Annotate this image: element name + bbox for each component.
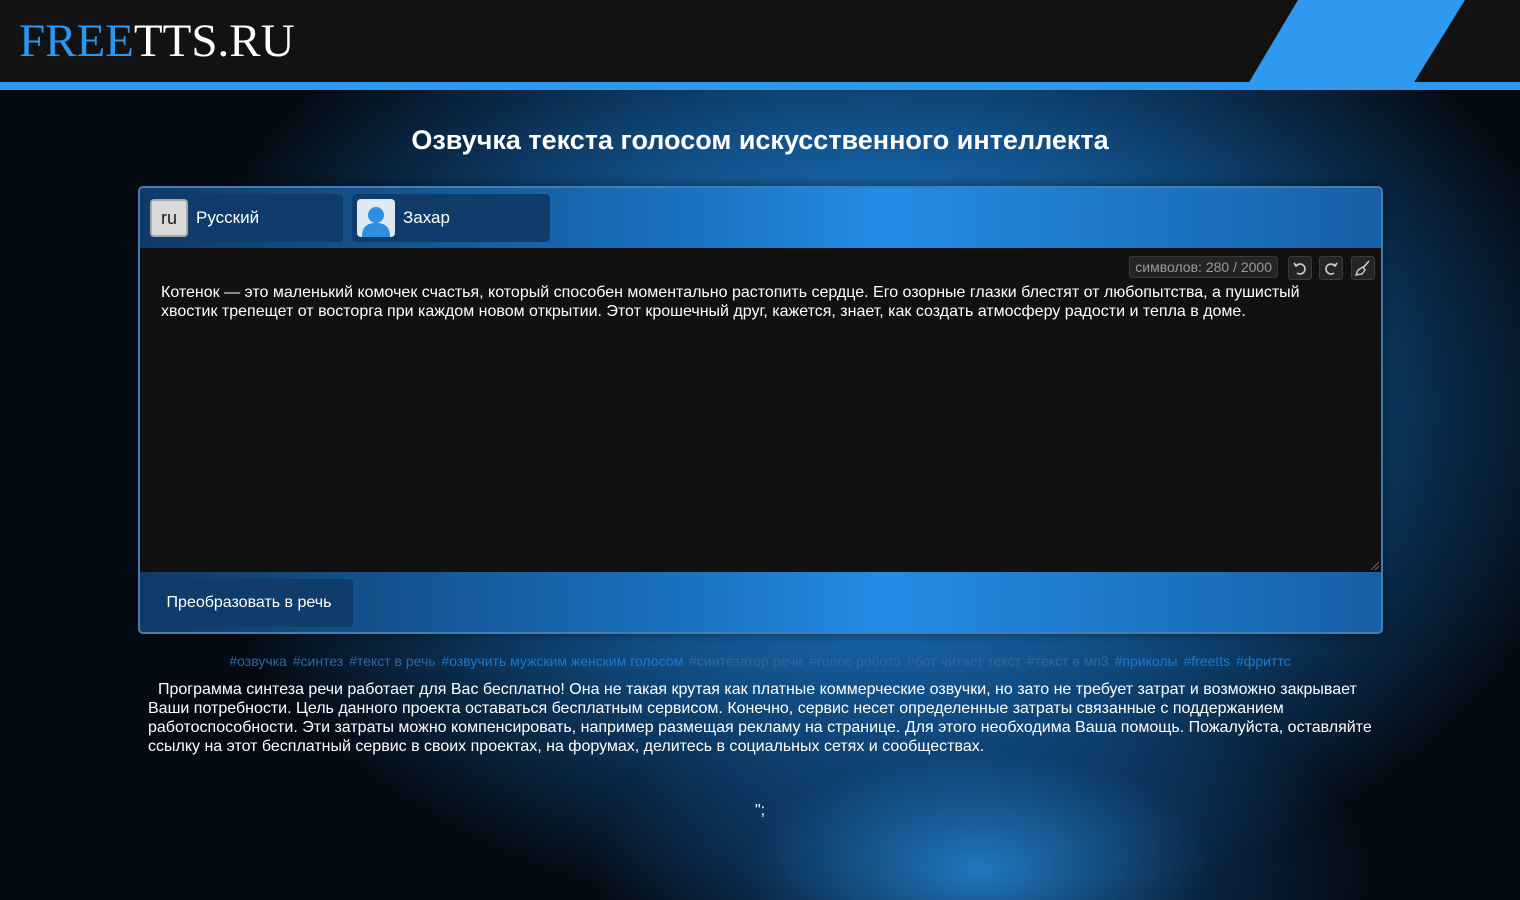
tts-panel: ru Русский Захар символов: 280 / 2000 Ко… — [138, 186, 1383, 634]
hashtag-list: #озвучка #синтез #текст в речь #озвучить… — [0, 653, 1520, 669]
logo-free: FREE — [19, 15, 134, 67]
user-avatar-icon — [357, 199, 395, 237]
site-logo[interactable]: FREETTS.RU — [19, 16, 295, 66]
logo-domain: TTS.RU — [133, 15, 295, 67]
hashtag: #озвучка — [229, 653, 287, 669]
hashtag: #бот читает текст — [906, 653, 1022, 669]
service-description: Программа синтеза речи работает для Вас … — [148, 681, 1372, 755]
hashtag: #текст в речь — [349, 653, 436, 669]
language-selector[interactable]: ru Русский — [145, 194, 343, 242]
page-title: Озвучка текста голосом искусственного ин… — [411, 125, 1109, 155]
hashtag: #голос робота — [808, 653, 902, 669]
resize-handle[interactable] — [1371, 562, 1379, 570]
hashtag: #текст в мп3 — [1026, 653, 1109, 669]
header-accent-line — [0, 82, 1520, 90]
convert-to-speech-button[interactable]: Преобразовать в речь — [145, 579, 353, 627]
hashtag: #синтезатор речи — [689, 653, 804, 669]
stray-text: "; — [754, 802, 766, 819]
redo-icon[interactable] — [1319, 256, 1343, 280]
language-code-badge: ru — [150, 199, 188, 237]
language-label: Русский — [196, 208, 260, 227]
input-text[interactable]: Котенок — это маленький комочек счастья,… — [161, 283, 1341, 321]
hashtag: #freetts — [1183, 653, 1231, 669]
hashtag: #фриттс — [1236, 653, 1291, 669]
hashtag: #озвучить мужским женским голосом — [441, 653, 684, 669]
voice-label: Захар — [403, 208, 450, 227]
text-editor[interactable]: символов: 280 / 2000 Котенок — это мален… — [140, 248, 1381, 572]
undo-icon[interactable] — [1288, 256, 1312, 280]
hashtag: #приколы — [1114, 653, 1178, 669]
header-bar: FREETTS.RU — [0, 0, 1520, 84]
character-counter: символов: 280 / 2000 — [1129, 256, 1278, 278]
main-area: Озвучка текста голосом искусственного ин… — [0, 90, 1520, 900]
hashtag: #синтез — [292, 653, 344, 669]
clear-broom-icon[interactable] — [1351, 256, 1375, 280]
voice-selector[interactable]: Захар — [352, 194, 550, 242]
